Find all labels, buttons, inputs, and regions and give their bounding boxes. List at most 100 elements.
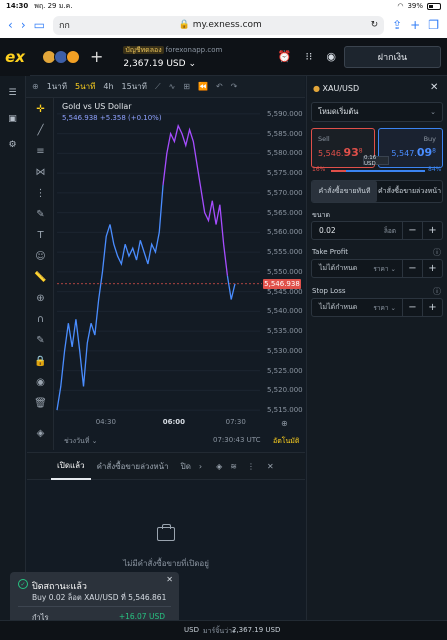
time-tick-label: 06:00 xyxy=(162,418,185,426)
volume-increase-button[interactable]: + xyxy=(422,221,442,240)
indicators-icon[interactable]: ∿ xyxy=(169,82,176,91)
price-tick-label: 5,560.000 xyxy=(267,228,303,237)
alarm-icon[interactable]: ⏰ xyxy=(278,50,292,63)
layers-icon[interactable]: ◈ xyxy=(27,428,54,439)
trash-icon[interactable]: 🗑 xyxy=(27,398,54,409)
sell-price-sup: 8 xyxy=(358,147,363,155)
check-icon: ✓ xyxy=(18,579,28,589)
more-icon[interactable]: ⋮ xyxy=(247,462,255,471)
tabs-icon[interactable]: ❐ xyxy=(428,18,439,32)
close-panel-icon[interactable]: ✕ xyxy=(267,462,274,471)
emoji-icon[interactable]: ☺ xyxy=(27,251,54,262)
sl-field: ไม่ได้กำหนด ราคา ⌄ − + xyxy=(311,298,443,317)
date-range-button[interactable]: ช่วงวันที่ ⌄ xyxy=(64,436,98,447)
sl-increase-button[interactable]: + xyxy=(422,298,442,317)
tp-unit-select[interactable]: ราคา ⌄ xyxy=(373,264,396,274)
brush-icon[interactable]: ✎ xyxy=(27,209,54,220)
exness-logo[interactable]: ex xyxy=(0,37,30,76)
close-icon[interactable]: ✕ xyxy=(166,575,173,584)
add-instrument-button[interactable]: + xyxy=(90,47,103,66)
magnet-icon[interactable]: ∩ xyxy=(27,314,54,325)
instrument-flag-icon[interactable] xyxy=(66,49,80,64)
buy-price-big: 09 xyxy=(416,146,433,159)
toast-detail: Buy 0.02 ล็อต XAU/USD ที่ 5,546.861 xyxy=(32,593,167,602)
ruler-icon[interactable]: 📏 xyxy=(27,272,54,283)
price-axis[interactable]: 5,515.000 5,520.000 5,525.000 5,530.000 5,53… xyxy=(262,109,303,422)
menu-icon[interactable]: ☰ xyxy=(0,88,25,98)
trendline-icon[interactable]: ╱ xyxy=(27,125,54,136)
price-tick-label: 5,570.000 xyxy=(267,188,303,197)
lock-drawing-icon[interactable]: ✎ xyxy=(27,335,54,346)
battery-icon xyxy=(427,2,441,10)
fib-lines-icon[interactable]: ≡ xyxy=(27,146,54,157)
settings-icon[interactable]: ⚙ xyxy=(0,140,25,150)
sl-input[interactable]: ไม่ได้กำหนด xyxy=(312,302,373,313)
volume-decrease-button[interactable]: − xyxy=(402,221,422,240)
eye-icon[interactable]: ◉ xyxy=(27,377,54,388)
tp-field: ไม่ได้กำหนด ราคา ⌄ − + xyxy=(311,259,443,278)
date-range-label: ช่วงวันที่ xyxy=(64,437,90,445)
tp-decrease-button[interactable]: − xyxy=(402,259,422,278)
buy-price: 5,547.098 xyxy=(391,146,436,159)
info-icon[interactable]: ⓘ xyxy=(433,247,441,258)
auto-scale-button[interactable]: อัตโนมัติ xyxy=(273,436,299,447)
pattern-icon[interactable]: ⋈ xyxy=(27,167,54,178)
layers-icon[interactable]: ≋ xyxy=(230,462,237,471)
url-text: my.exness.com xyxy=(192,20,262,30)
pending-order-tab[interactable]: คำสั่งซื้อขายล่วงหน้า xyxy=(377,181,442,202)
timeframe-4h[interactable]: 4h xyxy=(103,82,113,91)
browser-toolbar: ‹ › ▭ กก 🔒 my.exness.com ↻ ⇪ + ❐ xyxy=(0,12,447,38)
rewind-icon[interactable]: ⏪ xyxy=(198,82,208,91)
apps-grid-icon[interactable]: ⁝⁝ xyxy=(305,50,312,63)
sl-decrease-button[interactable]: − xyxy=(402,298,422,317)
book-icon[interactable]: ▭ xyxy=(34,18,45,32)
crosshair-icon[interactable]: ✛ xyxy=(27,104,54,115)
undo-icon[interactable]: ↶ xyxy=(216,82,223,91)
calendar-icon[interactable]: ▣ xyxy=(0,114,25,124)
forward-icon[interactable]: › xyxy=(21,18,26,32)
chart-type-icon[interactable]: ⟋ xyxy=(155,82,161,92)
lock-icon[interactable]: 🔒 xyxy=(27,356,54,367)
mode-select[interactable]: โหมดเริ่มต้น ⌄ xyxy=(311,102,443,122)
zoom-in-icon[interactable]: ⊕ xyxy=(27,293,54,304)
chevron-right-icon[interactable]: › xyxy=(199,462,202,471)
new-tab-icon[interactable]: + xyxy=(410,18,420,32)
tab-closed[interactable]: ปิด xyxy=(175,452,197,480)
account-balance: 2,367.19 USD xyxy=(123,58,186,69)
toast-title: ปิดสถานะแล้ว xyxy=(32,582,87,592)
timeframe-5m[interactable]: 5นาที xyxy=(75,80,95,93)
price-line-blue xyxy=(226,275,236,300)
tp-input[interactable]: ไม่ได้กำหนด xyxy=(312,263,373,274)
text-icon[interactable]: T xyxy=(27,230,54,241)
share-icon[interactable]: ⇪ xyxy=(392,18,402,32)
chart-settings-icon[interactable]: ⊕ xyxy=(281,419,288,428)
layout-icon[interactable]: ⊞ xyxy=(183,82,190,91)
order-panel-title: ● XAU/USD xyxy=(313,84,359,93)
reload-icon[interactable]: ↻ xyxy=(371,20,379,30)
timeframe-15m[interactable]: 15นาที xyxy=(122,80,147,93)
buy-label: Buy xyxy=(423,135,436,143)
price-tick-label: 5,590.000 xyxy=(267,109,303,118)
wifi-icon: ◠ xyxy=(397,2,404,10)
address-bar[interactable]: กก 🔒 my.exness.com ↻ xyxy=(52,15,385,35)
sl-unit-select[interactable]: ราคา ⌄ xyxy=(373,303,396,313)
close-icon[interactable]: ✕ xyxy=(430,82,438,93)
deposit-button[interactable]: ฝากเงิน xyxy=(344,45,441,68)
legend-change: +5.358 (+0.10%) xyxy=(99,114,162,122)
filter-icon[interactable]: ◈ xyxy=(216,462,222,471)
timeframe-1m[interactable]: 1นาที xyxy=(47,80,67,93)
account-selector[interactable]: บัญชีทดลอง forexonapp.com 2,367.19 USD ⌄ xyxy=(123,45,222,69)
gold-icon: ● xyxy=(313,84,320,93)
add-indicator-icon[interactable]: ⊕ xyxy=(32,82,39,91)
tab-open[interactable]: เปิดแล้ว xyxy=(51,452,91,480)
profile-icon[interactable]: ◉ xyxy=(326,50,336,63)
info-icon[interactable]: ⓘ xyxy=(433,286,441,297)
projection-icon[interactable]: ⋮ xyxy=(27,188,54,199)
legend-price: 5,546.938 xyxy=(62,114,98,122)
tab-pending[interactable]: คำสั่งซื้อขายล่วงหน้า xyxy=(91,452,175,480)
redo-icon[interactable]: ↷ xyxy=(231,82,238,91)
market-order-tab[interactable]: คำสั่งซื้อขายทันที xyxy=(312,181,377,202)
tp-increase-button[interactable]: + xyxy=(422,259,442,278)
back-icon[interactable]: ‹ xyxy=(8,18,13,32)
volume-input[interactable]: 0.02 xyxy=(312,226,384,235)
